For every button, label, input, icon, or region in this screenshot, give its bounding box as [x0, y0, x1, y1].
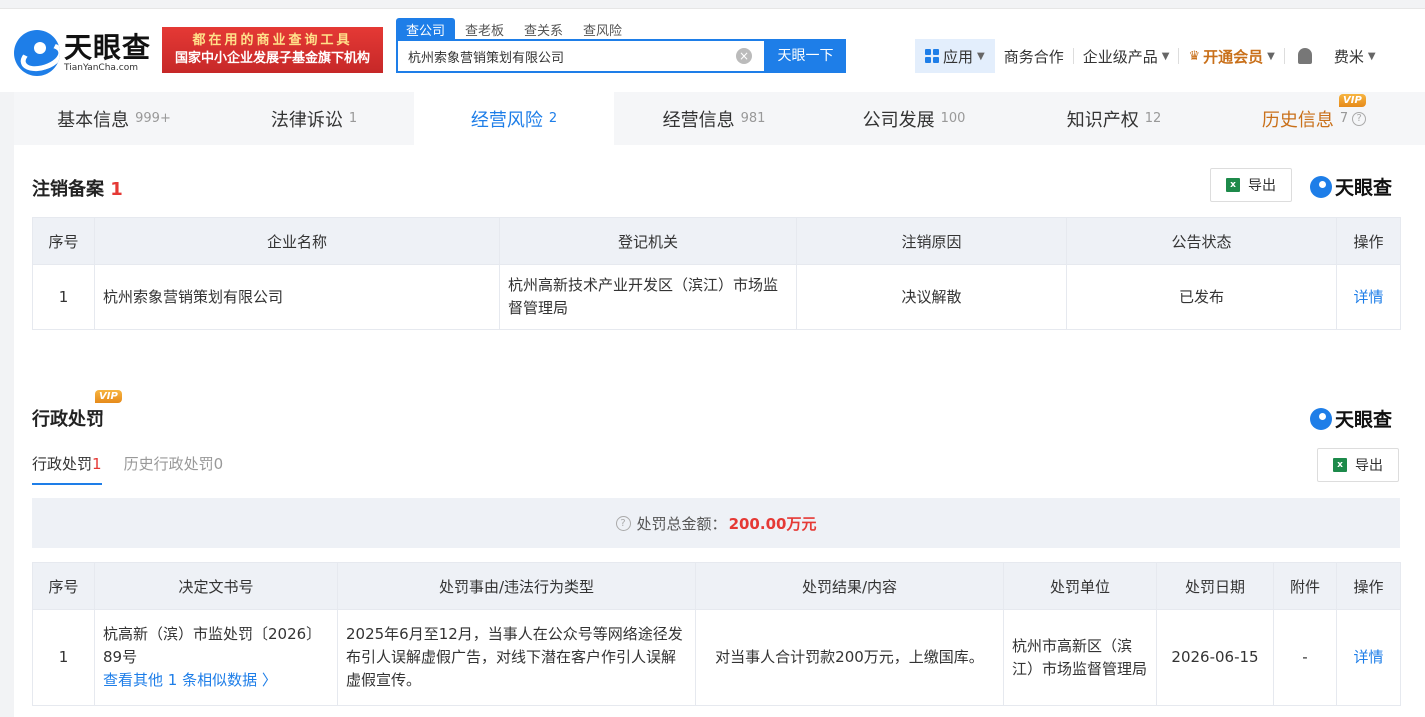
user-menu[interactable]: 费米 ▼ [1325, 46, 1385, 67]
sub-tab-current[interactable]: 行政处罚1 [32, 453, 102, 485]
tab-development[interactable]: 公司发展 100 [814, 92, 1014, 145]
tab-basic-info[interactable]: 基本信息 999+ [14, 92, 214, 145]
search-tab-company[interactable]: 查公司 [396, 18, 456, 40]
table-header: 序号 企业名称 登记机关 注销原因 公告状态 操作 [32, 217, 1401, 265]
enterprise-label: 企业级产品 [1082, 47, 1158, 66]
clear-icon[interactable]: × [736, 48, 752, 64]
similar-data-link[interactable]: 查看其他 1 条相似数据 〉 [103, 669, 329, 692]
caret-down-icon: ▼ [1161, 50, 1170, 62]
apps-label: 应用 [943, 47, 974, 66]
user-name: 费米 [1333, 47, 1364, 66]
section-title-cancellation: 注销备案 1 [32, 179, 123, 200]
tab-history[interactable]: 历史信息 7 ? VIP [1214, 92, 1414, 145]
excel-icon: x [1226, 178, 1240, 192]
eye-logo-icon [14, 30, 60, 76]
search-box: × [396, 39, 766, 73]
bell-icon [1297, 48, 1312, 64]
logo-text: 天眼查 [64, 31, 152, 64]
notifications[interactable] [1285, 48, 1325, 64]
tab-ip[interactable]: 知识产权 12 [1014, 92, 1214, 145]
top-nav: 应用 ▼ 商务合作 企业级产品 ▼ ♛ 开通会员 ▼ 费米 ▼ [915, 39, 1385, 73]
logo-url: TianYanCha.com [64, 63, 139, 73]
crown-icon: ♛ [1188, 48, 1201, 64]
cancellation-table: 序号 企业名称 登记机关 注销原因 公告状态 操作 1 杭州索象营销策划有限公司 杭州高新… [32, 217, 1401, 330]
vip-menu[interactable]: ♛ 开通会员 ▼ [1179, 46, 1283, 67]
search-tab-boss[interactable]: 查老板 [455, 18, 514, 40]
vip-label: 开通会员 [1203, 47, 1264, 66]
export-button[interactable]: x 导出 [1317, 448, 1399, 482]
content-panel: 注销备案 1 x 导出 天眼查 序号 企业名称 登记机关 注销原因 公告状态 操作 1 杭… [14, 145, 1425, 717]
decision-doc-no: 杭高新（滨）市监处罚〔2026〕89号 [103, 625, 322, 666]
penalty-table: 序号 决定文书号 处罚事由/违法行为类型 处罚结果/内容 处罚单位 处罚日期 附件 操作 1 … [32, 562, 1401, 706]
banner-line2: 国家中小企业发展子基金旗下机构 [174, 51, 370, 66]
vip-badge: VIP [1339, 94, 1366, 107]
vip-badge: VIP [95, 390, 122, 403]
penalty-sub-tabs: 行政处罚1 历史行政处罚0 [32, 453, 245, 485]
penalty-summary: ? 处罚总金额： 200.00万元 [32, 498, 1400, 548]
grid-icon [925, 49, 939, 63]
search-type-tabs: 查公司 查老板 查关系 查风险 [396, 18, 632, 40]
sub-tab-history[interactable]: 历史行政处罚0 [124, 453, 224, 485]
search-input[interactable] [398, 41, 728, 71]
help-icon[interactable]: ? [1352, 111, 1367, 126]
caret-down-icon: ▼ [1267, 50, 1275, 62]
details-link[interactable]: 详情 [1353, 648, 1383, 666]
enterprise-menu[interactable]: 企业级产品 ▼ [1074, 46, 1179, 67]
company-name: 杭州索象营销策划有限公司 [94, 264, 500, 330]
caret-down-icon: ▼ [1367, 50, 1376, 62]
eye-logo-icon [1310, 175, 1332, 198]
table-row: 1 杭州索象营销策划有限公司 杭州高新技术产业开发区（滨江）市场监督管理局 决议… [32, 264, 1401, 330]
logo[interactable]: 天眼查 TianYanCha.com [14, 29, 154, 77]
company-tabs: 基本信息 999+ 法律诉讼 1 经营风险 2 经营信息 981 公司发展 100 知识产… [14, 92, 1425, 145]
brand-watermark: 天眼查 [1310, 405, 1392, 432]
question-icon[interactable]: ? [615, 515, 631, 531]
top-bar: 天眼查 TianYanCha.com 都在用的商业查询工具 国家中小企业发展子基… [0, 8, 1425, 92]
search-button[interactable]: 天眼一下 [765, 39, 846, 73]
eye-logo-icon [1310, 407, 1332, 430]
promo-banner[interactable]: 都在用的商业查询工具 国家中小企业发展子基金旗下机构 [162, 27, 383, 73]
export-button[interactable]: x 导出 [1210, 168, 1292, 202]
search-tab-relation[interactable]: 查关系 [514, 18, 573, 40]
table-header: 序号 决定文书号 处罚事由/违法行为类型 处罚结果/内容 处罚单位 处罚日期 附件 操作 [32, 562, 1401, 610]
tab-legal[interactable]: 法律诉讼 1 [214, 92, 414, 145]
brand-watermark: 天眼查 [1310, 173, 1392, 200]
excel-icon: x [1333, 458, 1347, 472]
caret-down-icon: ▼ [977, 50, 985, 62]
details-link[interactable]: 详情 [1353, 288, 1383, 306]
table-row: 1 杭高新（滨）市监处罚〔2026〕89号 查看其他 1 条相似数据 〉 202… [32, 609, 1401, 706]
search-tab-risk[interactable]: 查风险 [573, 18, 632, 40]
tab-operating-risk[interactable]: 经营风险 2 [414, 92, 614, 145]
tab-operating-info[interactable]: 经营信息 981 [614, 92, 814, 145]
section-title-penalty: 行政处罚 [32, 409, 104, 430]
banner-line1: 都在用的商业查询工具 [192, 33, 353, 48]
business-link[interactable]: 商务合作 [995, 46, 1073, 67]
apps-menu[interactable]: 应用 ▼ [915, 39, 995, 73]
